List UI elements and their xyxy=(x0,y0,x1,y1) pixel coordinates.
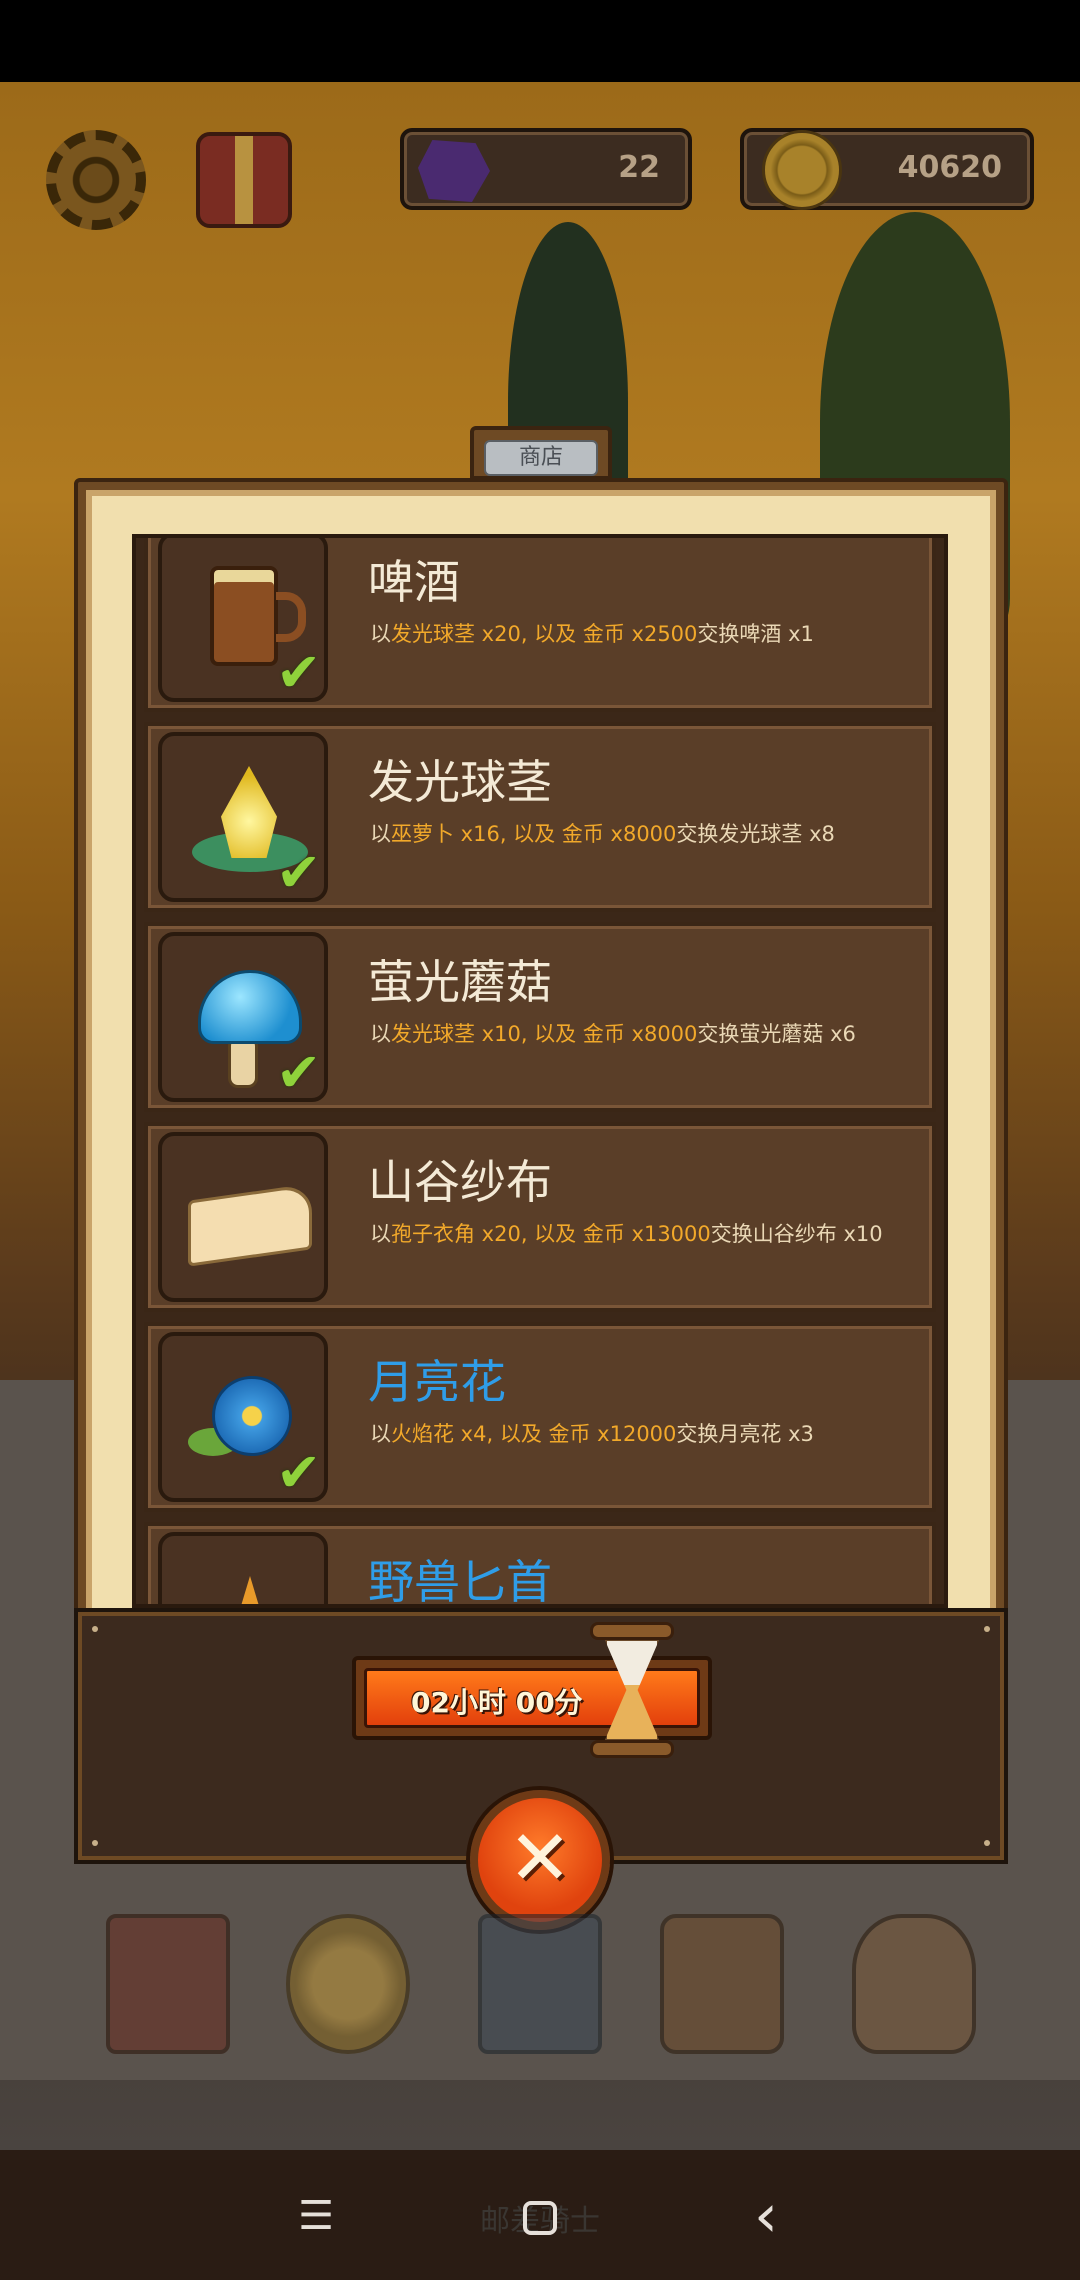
rivet xyxy=(92,1626,98,1632)
checkmark-icon: ✔ xyxy=(276,841,322,904)
item-name: 萤光蘑菇 xyxy=(368,955,552,1009)
shop-item-list[interactable]: ✔ 啤酒 以发光球茎 x20, 以及 金币 x2500交换啤酒 x1 ✔ 发光球… xyxy=(132,534,948,1608)
beer-mug-icon xyxy=(210,566,278,666)
hourglass-top xyxy=(590,1622,674,1640)
coin-counter: 40620 xyxy=(740,128,1034,210)
satchel-icon xyxy=(660,1914,784,2054)
dagger-flame-icon xyxy=(239,1576,261,1604)
item-name: 啤酒 xyxy=(368,555,460,609)
shop-item-beast-dagger[interactable]: 野兽匕首 xyxy=(144,1522,936,1608)
rivet xyxy=(92,1840,98,1846)
menu-icon[interactable]: ☰ xyxy=(286,2192,346,2240)
card-deck-icon xyxy=(478,1914,602,2054)
item-name: 月亮花 xyxy=(368,1355,506,1409)
rivet xyxy=(984,1840,990,1846)
item-name: 山谷纱布 xyxy=(368,1155,552,1209)
hourglass-icon xyxy=(590,1622,674,1758)
home-icon[interactable] xyxy=(510,2192,570,2240)
item-thumbnail: ✔ xyxy=(158,732,328,902)
checkmark-icon: ✔ xyxy=(276,641,322,704)
item-name: 野兽匕首 xyxy=(368,1555,552,1608)
hourglass-glass xyxy=(604,1638,660,1742)
item-thumbnail: ✔ xyxy=(158,932,328,1102)
coin-count: 40620 xyxy=(897,150,1002,185)
hourglass-bottom xyxy=(590,1740,674,1758)
status-bar xyxy=(0,0,1080,82)
shop-title: 商店 xyxy=(484,440,598,476)
settings-gear-icon[interactable] xyxy=(46,130,146,230)
item-description: 以火焰花 x4, 以及 金币 x12000交换月亮花 x3 xyxy=(370,1422,814,1446)
rivet xyxy=(984,1626,990,1632)
shop-item-valley-gauze[interactable]: 山谷纱布 以孢子衣角 x20, 以及 金币 x13000交换山谷纱布 x10 xyxy=(144,1122,936,1312)
gem-count: 22 xyxy=(618,150,660,185)
checkmark-icon: ✔ xyxy=(276,1441,322,1504)
item-name: 发光球茎 xyxy=(368,755,552,809)
star-coin-icon xyxy=(286,1914,410,2054)
gem-icon xyxy=(418,140,490,202)
gauze-scroll-icon xyxy=(188,1183,312,1267)
back-icon[interactable]: ‹ xyxy=(736,2186,796,2246)
skull-book-icon xyxy=(106,1914,230,2054)
item-thumbnail: ✔ xyxy=(158,1332,328,1502)
treasure-sack-icon xyxy=(852,1914,976,2054)
beer-mug-handle xyxy=(276,592,306,642)
shop-item-glow-bulb[interactable]: ✔ 发光球茎 以巫萝卜 x16, 以及 金币 x8000交换发光球茎 x8 xyxy=(144,722,936,912)
item-thumbnail xyxy=(158,1532,328,1604)
item-thumbnail: ✔ xyxy=(158,538,328,704)
timer-text: 02小时 00分 xyxy=(411,1686,583,1719)
gem-counter: 22 xyxy=(400,128,692,210)
item-description: 以发光球茎 x20, 以及 金币 x2500交换啤酒 x1 xyxy=(370,622,814,646)
shop-item-glow-mushroom[interactable]: ✔ 萤光蘑菇 以发光球茎 x10, 以及 金币 x8000交换萤光蘑菇 x6 xyxy=(144,922,936,1112)
glow-mushroom-icon xyxy=(198,970,302,1044)
item-description: 以发光球茎 x10, 以及 金币 x8000交换萤光蘑菇 x6 xyxy=(370,1022,856,1046)
shop-item-moon-flower[interactable]: ✔ 月亮花 以火焰花 x4, 以及 金币 x12000交换月亮花 x3 xyxy=(144,1322,936,1512)
item-description: 以巫萝卜 x16, 以及 金币 x8000交换发光球茎 x8 xyxy=(370,822,835,846)
close-button[interactable]: ✕ xyxy=(470,1790,610,1930)
checkmark-icon: ✔ xyxy=(276,1041,322,1104)
gift-box-icon[interactable] xyxy=(196,132,292,228)
shop-title-tab: 商店 xyxy=(470,426,612,480)
shop-item-beer[interactable]: ✔ 啤酒 以发光球茎 x20, 以及 金币 x2500交换啤酒 x1 xyxy=(144,538,936,712)
item-description: 以孢子衣角 x20, 以及 金币 x13000交换山谷纱布 x10 xyxy=(370,1222,883,1246)
item-thumbnail xyxy=(158,1132,328,1302)
coin-icon xyxy=(762,130,842,210)
